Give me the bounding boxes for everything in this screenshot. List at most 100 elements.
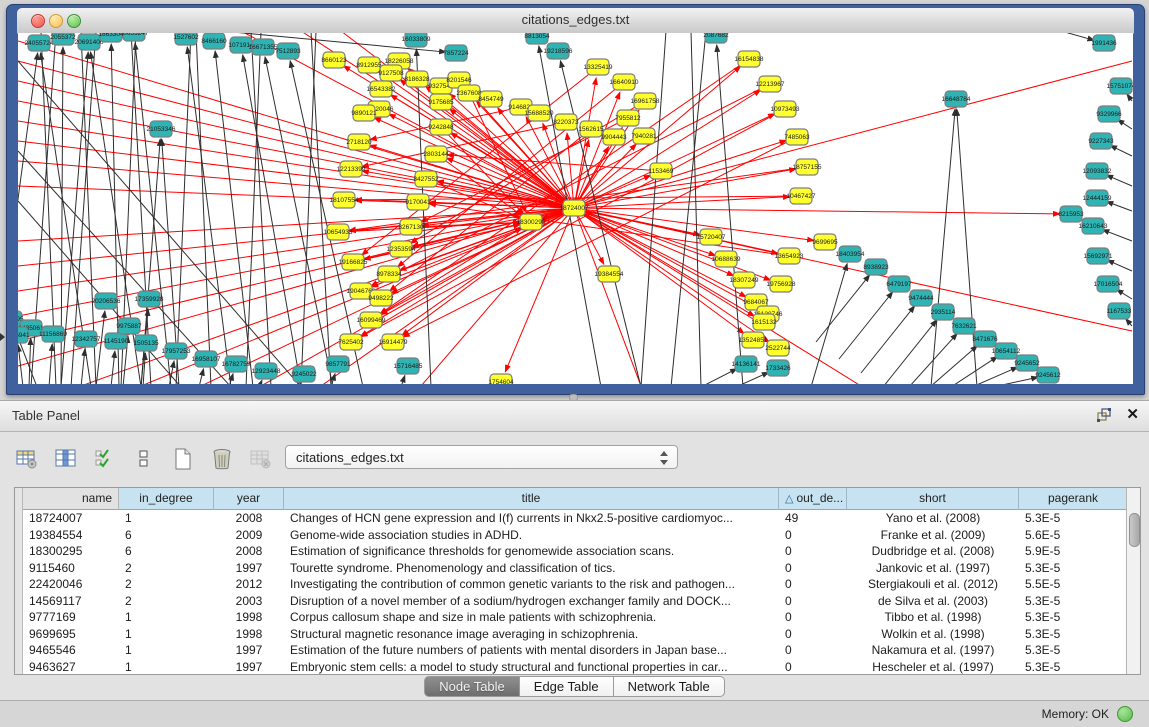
network-node[interactable]: 17359928: [135, 291, 164, 307]
tab-node-table[interactable]: Node Table: [424, 676, 520, 697]
network-node[interactable]: 1167533: [1107, 303, 1132, 319]
tab-edge-table[interactable]: Edge Table: [520, 676, 614, 697]
table-row[interactable]: 1456911722003Disruption of a novel membe…: [15, 593, 1140, 610]
network-node[interactable]: 1505135: [133, 335, 159, 351]
network-node[interactable]: 9242848: [428, 119, 454, 135]
table-row[interactable]: 1938455462009Genome-wide association stu…: [15, 527, 1140, 544]
network-node[interactable]: 8466160: [201, 33, 227, 49]
network-node[interactable]: 16154838: [735, 51, 764, 67]
network-node[interactable]: 15688520: [525, 105, 554, 121]
tab-network-table[interactable]: Network Table: [614, 676, 725, 697]
table-source-dropdown[interactable]: citations_edges.txt: [285, 445, 678, 469]
network-node[interactable]: 1145190: [104, 333, 129, 349]
network-node[interactable]: 8938923: [863, 259, 889, 275]
network-node[interactable]: 18757155: [793, 159, 822, 175]
network-node[interactable]: 12213967: [756, 76, 785, 92]
network-node[interactable]: 12923448: [252, 363, 281, 379]
network-node[interactable]: 19166825: [339, 254, 368, 270]
network-graph[interactable]: 2405572420691406106552471527602846616010…: [18, 33, 1133, 384]
network-node[interactable]: 13325419: [584, 59, 613, 75]
network-node[interactable]: 13524851: [739, 332, 768, 348]
network-node[interactable]: 17957253: [162, 343, 191, 359]
table-row[interactable]: 946554611997Estimation of the future num…: [15, 642, 1140, 659]
column-header-short[interactable]: short: [847, 488, 1019, 510]
row-select-icon[interactable]: [92, 446, 118, 472]
network-node[interactable]: 10973493: [771, 101, 800, 117]
network-node[interactable]: 16033809: [402, 33, 431, 47]
network-node[interactable]: 16958107: [192, 351, 221, 367]
table-row[interactable]: 969969511998Structural magnetic resonanc…: [15, 626, 1140, 643]
network-node[interactable]: 17016504: [1094, 276, 1123, 292]
network-node[interactable]: 9245022: [291, 366, 317, 382]
network-node[interactable]: 1863304: [98, 33, 124, 42]
network-node[interactable]: 9245652: [1014, 355, 1040, 371]
network-node[interactable]: 10655247: [120, 33, 149, 41]
network-node[interactable]: 11156869: [39, 326, 67, 342]
network-node[interactable]: 9245612: [1035, 367, 1061, 383]
network-node[interactable]: 18300295: [517, 214, 546, 230]
network-node[interactable]: 9227343: [1088, 133, 1114, 149]
close-panel-icon[interactable]: ✕: [1126, 406, 1139, 424]
network-node[interactable]: 10654933: [324, 224, 353, 240]
network-node[interactable]: 16099469: [357, 312, 386, 328]
network-node[interactable]: 15692971: [1084, 248, 1113, 264]
network-node[interactable]: 1754604: [488, 374, 514, 384]
network-node[interactable]: 9474444: [908, 290, 934, 306]
network-node[interactable]: 2522744: [765, 340, 791, 356]
network-node[interactable]: 16671355: [249, 39, 278, 55]
table-row[interactable]: 911546021997Tourette syndrome. Phenomeno…: [15, 560, 1140, 577]
network-node[interactable]: 8471676: [972, 331, 998, 347]
network-node[interactable]: 10688639: [712, 251, 741, 267]
network-node[interactable]: 15716485: [394, 358, 423, 374]
network-node[interactable]: 18107554: [330, 192, 359, 208]
network-node[interactable]: 8454749: [478, 91, 504, 107]
network-node[interactable]: 1562615: [578, 121, 604, 137]
network-node[interactable]: 2803144: [423, 146, 449, 162]
float-panel-icon[interactable]: [1096, 407, 1112, 423]
network-node[interactable]: 21053346: [147, 121, 176, 137]
network-node[interactable]: 2935114: [931, 304, 956, 320]
network-node[interactable]: 18724007: [560, 200, 589, 216]
network-node[interactable]: 12342757: [72, 331, 101, 347]
column-header-pagerank[interactable]: pagerank: [1019, 488, 1128, 510]
network-node[interactable]: 1153469: [649, 163, 674, 179]
network-node[interactable]: 16914479: [379, 334, 408, 350]
network-node[interactable]: 19218596: [544, 43, 573, 59]
column-header-title[interactable]: title: [284, 488, 779, 510]
network-node[interactable]: 12213399: [337, 161, 366, 177]
column-header-year[interactable]: year: [214, 488, 284, 510]
network-node[interactable]: 16961758: [631, 93, 660, 109]
network-node[interactable]: 7512893: [275, 43, 301, 59]
network-node[interactable]: 16640910: [610, 74, 639, 90]
network-node[interactable]: 7940281: [631, 128, 657, 144]
network-node[interactable]: 8660123: [321, 52, 347, 68]
network-node[interactable]: 12353594: [387, 241, 416, 257]
network-node[interactable]: 1615132: [751, 314, 777, 330]
network-node[interactable]: 20206536: [92, 293, 121, 309]
network-node[interactable]: 13654923: [775, 248, 804, 264]
network-node[interactable]: 8220373: [553, 114, 579, 130]
network-node[interactable]: 2055372: [50, 33, 76, 45]
table-row[interactable]: 977716911998Corpus callosum shape and si…: [15, 609, 1140, 626]
network-node[interactable]: 9699695: [812, 234, 838, 250]
network-node[interactable]: 1527602: [173, 33, 199, 45]
network-node[interactable]: 9329966: [1096, 106, 1122, 122]
hidden-panel-arrow-icon[interactable]: [0, 333, 5, 341]
column-header-name[interactable]: name: [23, 488, 119, 510]
table-row[interactable]: 946362711997Embryonic stem cells: a mode…: [15, 659, 1140, 675]
network-node[interactable]: 19384554: [595, 266, 624, 282]
column-header-out_de[interactable]: △out_de...: [779, 488, 847, 510]
network-node[interactable]: 8813054: [524, 33, 550, 44]
network-node[interactable]: 7485063: [784, 129, 810, 145]
column-header-in_degree[interactable]: in_degree: [119, 488, 214, 510]
network-node[interactable]: 1733426: [765, 360, 791, 376]
network-node[interactable]: 16543382: [367, 81, 396, 97]
network-node[interactable]: 12093832: [1083, 163, 1112, 179]
network-node[interactable]: 18307249: [730, 272, 759, 288]
network-node[interactable]: 8267130: [398, 219, 424, 235]
network-node[interactable]: 8427552: [413, 171, 439, 187]
table-scrollbar-thumb[interactable]: [1129, 513, 1140, 547]
table-scrollbar[interactable]: [1126, 488, 1140, 674]
network-node[interactable]: 19756928: [767, 276, 796, 292]
network-node[interactable]: 9498222: [368, 290, 394, 306]
